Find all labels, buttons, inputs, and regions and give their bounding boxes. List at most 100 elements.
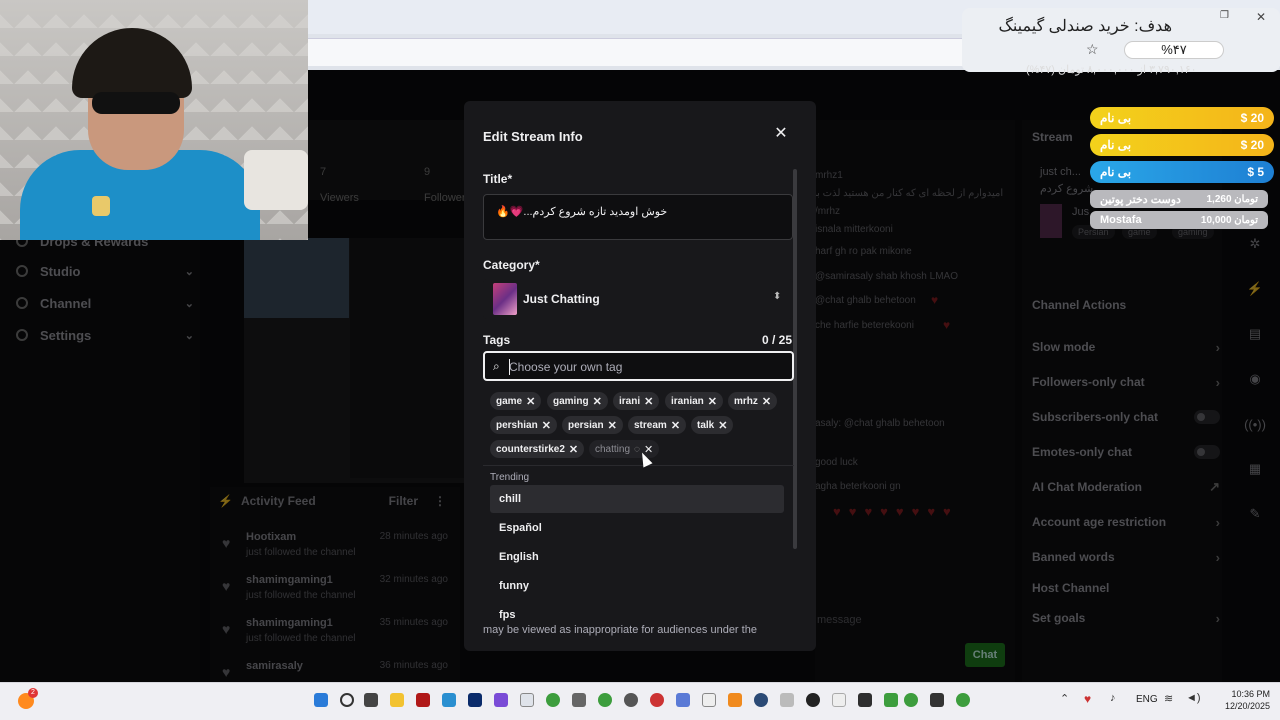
tag-chip-label: game (496, 395, 523, 407)
donor-name: بی نام (1100, 111, 1132, 125)
close-icon[interactable]: ✕ (1256, 10, 1266, 24)
divider (483, 465, 794, 466)
app-icon[interactable] (624, 693, 638, 707)
suggestion-item[interactable]: Español (490, 514, 784, 542)
tag-chip-label: pershian (496, 419, 538, 431)
donation-amount: 10,000 تومان (1200, 214, 1258, 226)
donor-name: Mostafa (1100, 214, 1142, 226)
obs-icon[interactable] (806, 693, 820, 707)
wifi-icon[interactable]: ≋ (1164, 692, 1173, 705)
search-icon: ⌕ (493, 359, 500, 373)
close-icon[interactable]: ✕ (772, 125, 790, 143)
chrome-icon[interactable] (598, 693, 612, 707)
volume-icon[interactable]: ◄) (1186, 692, 1201, 704)
suggestion-item[interactable]: chill (490, 485, 784, 513)
tag-chip[interactable]: iranian ✕ (665, 392, 724, 410)
donation-item: بی نام $ 20 (1090, 134, 1274, 156)
title-label: Title* (483, 172, 513, 186)
chevron-up-icon[interactable]: ⌃ (1060, 692, 1069, 705)
record-icon[interactable] (650, 693, 664, 707)
remove-tag-icon[interactable]: ✕ (708, 395, 717, 408)
tags-label: Tags (483, 333, 511, 347)
app-icon[interactable] (884, 693, 898, 707)
star-icon[interactable]: ☆ (1086, 41, 1099, 58)
app-icon[interactable] (780, 693, 794, 707)
tag-chip-label: chatting (595, 443, 631, 455)
dialog-title: Edit Stream Info (483, 129, 583, 144)
app-icon[interactable] (858, 693, 872, 707)
tag-chip-label: counterstirke2 (496, 443, 565, 455)
tag-chip[interactable]: counterstirke2 ✕ (490, 440, 585, 458)
chrome-icon[interactable] (904, 693, 918, 707)
title-input[interactable]: خوش اومدید تازه شروع کردم...💗🔥 (483, 194, 793, 240)
donation-amount: $ 20 (1240, 138, 1264, 152)
donation-amount: $ 20 (1240, 111, 1264, 125)
app-icon[interactable] (572, 693, 586, 707)
remove-tag-icon[interactable]: ✕ (718, 419, 727, 432)
task-view-icon[interactable] (364, 693, 378, 707)
media-player-icon[interactable] (930, 693, 944, 707)
goal-progress: %۴۷ (1124, 41, 1224, 59)
remove-tag-icon[interactable]: ✕ (671, 419, 680, 432)
suggestion-item[interactable]: English (490, 543, 784, 571)
notification-badge: 2 (28, 688, 38, 698)
tag-chip[interactable]: pershian ✕ (490, 416, 557, 434)
tag-chip-label: persian (568, 419, 604, 431)
document-icon[interactable] (520, 693, 534, 707)
remove-tag-icon[interactable]: ✕ (542, 419, 551, 432)
category-select[interactable]: Just Chatting ⬍ (483, 279, 793, 319)
tag-chip-label: talk (697, 419, 715, 431)
goal-subtext: ۳,۷۹۰,۱۶۰ از ۸,۰۰۰,۰۰۰ تومان (۴۷%) (1026, 64, 1197, 76)
remove-tag-icon[interactable]: ✕ (762, 395, 771, 408)
document-icon[interactable] (702, 693, 716, 707)
tag-search-field[interactable]: ⌕ (483, 351, 794, 381)
remove-tag-icon[interactable]: ✕ (569, 443, 578, 456)
webcam-overlay (0, 0, 308, 240)
tag-chip[interactable]: persian ✕ (562, 416, 623, 434)
restore-icon[interactable]: ❐ (1220, 10, 1229, 21)
suggestion-item[interactable]: funny (490, 572, 784, 600)
clock[interactable]: 10:36 PM 12/20/2025 (1214, 688, 1270, 712)
file-explorer-icon[interactable] (390, 693, 404, 707)
antivirus-icon[interactable]: ♥ (1084, 692, 1091, 706)
tag-chip[interactable]: stream ✕ (628, 416, 687, 434)
remove-tag-icon[interactable]: ✕ (644, 395, 653, 408)
sort-arrows-icon: ⬍ (773, 291, 782, 302)
tags-count: 0 / 25 (762, 333, 793, 347)
remove-tag-icon[interactable]: ✕ (608, 419, 617, 432)
tag-chip[interactable]: irani ✕ (613, 392, 660, 410)
chrome-icon[interactable] (956, 693, 970, 707)
tag-chip-label: stream (634, 419, 667, 431)
app-icon[interactable] (416, 693, 430, 707)
app-icon[interactable] (442, 693, 456, 707)
search-icon[interactable] (340, 693, 354, 707)
tag-chip[interactable]: mrhz ✕ (728, 392, 778, 410)
tag-chip[interactable]: talk ✕ (691, 416, 734, 434)
microphone-icon[interactable]: ♪ (1110, 692, 1116, 704)
edit-stream-info-dialog: Edit Stream Info ✕ Title* خوش اومدید تاز… (464, 101, 816, 651)
remove-tag-icon[interactable]: ✕ (526, 395, 535, 408)
tag-chip[interactable]: gaming ✕ (547, 392, 608, 410)
chrome-icon[interactable] (546, 693, 560, 707)
language-indicator[interactable]: ENG (1136, 694, 1158, 705)
steam-icon[interactable] (754, 693, 768, 707)
app-icon[interactable] (676, 693, 690, 707)
tag-search-input[interactable] (509, 357, 779, 377)
donation-amount: 1,260 تومان (1206, 193, 1258, 205)
app-icon[interactable] (832, 693, 846, 707)
donation-item: بی نام $ 5 (1090, 161, 1274, 183)
trending-label: Trending (490, 472, 530, 483)
app-icon[interactable] (728, 693, 742, 707)
clock-time: 10:36 PM (1231, 689, 1270, 699)
donation-item: بی نام $ 20 (1090, 107, 1274, 129)
tag-chip[interactable]: game ✕ (490, 392, 542, 410)
remove-tag-icon[interactable]: ✕ (593, 395, 602, 408)
photoshop-icon[interactable] (468, 693, 482, 707)
donation-item: Mostafa 10,000 تومان (1090, 211, 1268, 229)
windows-start-icon[interactable] (314, 693, 328, 707)
app-icon[interactable] (494, 693, 508, 707)
donor-name: بی نام (1100, 138, 1132, 152)
donation-amount: $ 5 (1247, 165, 1264, 179)
sunglasses (92, 92, 180, 114)
tag-chip-label: mrhz (734, 395, 758, 407)
